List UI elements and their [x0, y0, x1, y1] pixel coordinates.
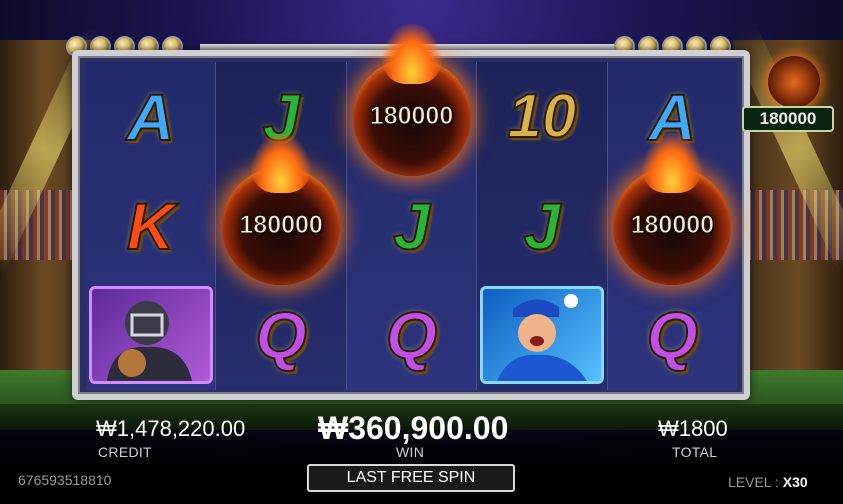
round-serial: 676593518810 [18, 472, 112, 488]
catcher-symbol [88, 286, 213, 385]
reel-column: AK [86, 62, 216, 390]
catcher-icon [106, 301, 192, 382]
symbol-k: K [126, 188, 176, 263]
fireball-symbol: 180000 [222, 132, 341, 285]
side-prize: 180000 [742, 56, 836, 134]
symbol-j: J [392, 188, 431, 263]
level-value: X30 [782, 474, 808, 490]
symbol-q: Q [385, 298, 438, 373]
reel-cell [477, 281, 606, 390]
total-bet-amount[interactable]: ₩1800 [658, 416, 728, 442]
reel-cell: K [86, 171, 215, 280]
fireball-value: 180000 [630, 211, 715, 240]
total-label: TOTAL [672, 444, 718, 460]
win-label: WIN [396, 444, 425, 460]
reel-cell: A [86, 62, 215, 171]
credit-amount: ₩1,478,220.00 [96, 416, 246, 441]
reel-cell: Q [608, 281, 737, 390]
game-stage: A K J 180000 Q 180000 J Q 10 J A 180000 Q 180000 ₩1,… [0, 0, 843, 504]
fireball-symbol: 180000 [352, 23, 471, 176]
reel-cell: 180000 [216, 132, 345, 285]
credit-label: CREDIT [98, 444, 152, 460]
symbol-a: A [126, 79, 176, 154]
level-label: LEVEL : [728, 474, 783, 490]
reel-cell: 10 [477, 62, 606, 171]
spin-status-button[interactable]: LAST FREE SPIN [307, 464, 515, 492]
fireball-icon [768, 56, 820, 108]
reel-cell [86, 281, 215, 390]
reel-column: 10 J [476, 62, 607, 390]
fireball-symbol: 180000 [613, 132, 732, 285]
pitcher-icon [496, 294, 587, 382]
reel-cell: 180000 [608, 132, 737, 285]
status-bar: ₩1,478,220.00 CREDIT ₩360,900.00 WIN ₩18… [0, 404, 843, 504]
flame-icon [251, 132, 312, 193]
symbol-j: J [523, 188, 562, 263]
reel-cell: Q [216, 281, 345, 390]
reel-cell: Q [347, 281, 476, 390]
fireball-value: 180000 [369, 102, 454, 131]
fireball-value: 180000 [239, 211, 323, 240]
reel-column: J 180000 Q [215, 62, 346, 390]
symbol-q: Q [254, 298, 307, 373]
symbol-ten: 10 [506, 81, 577, 151]
win-amount: ₩360,900.00 [318, 410, 509, 446]
flame-icon [642, 132, 703, 193]
flame-icon [381, 23, 442, 84]
level-indicator: LEVEL : X30 [728, 474, 808, 490]
reel-cell: J [347, 171, 476, 280]
reel-cell: J [477, 171, 606, 280]
side-prize-value: 180000 [742, 106, 834, 132]
reel-column: 180000 J Q [345, 23, 477, 390]
symbol-q: Q [646, 298, 699, 373]
reel-cell: 180000 [347, 23, 476, 176]
reel-grid: A K J 180000 Q 180000 J Q 10 J A 180000 Q [86, 23, 738, 390]
pitcher-symbol [479, 286, 604, 385]
reel-column: A 180000 Q [606, 62, 738, 390]
